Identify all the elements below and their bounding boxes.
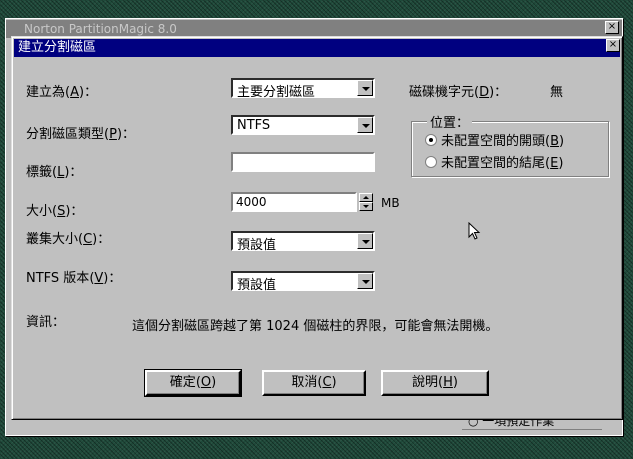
cluster-size-value: 預設值 bbox=[237, 238, 277, 253]
ntfs-version-select[interactable]: 預設值 bbox=[231, 271, 375, 293]
chevron-down-icon[interactable] bbox=[357, 273, 373, 289]
cluster-size-select[interactable]: 預設值 bbox=[231, 231, 375, 253]
create-as-value: 主要分割磁區 bbox=[237, 85, 316, 100]
ntfs-version-value: 預設值 bbox=[237, 278, 277, 293]
spin-up-icon[interactable] bbox=[359, 193, 373, 202]
dialog-title: 建立分割磁區 bbox=[18, 40, 97, 55]
background-close-icon[interactable]: × bbox=[605, 21, 619, 34]
partition-type-value: NTFS bbox=[237, 118, 271, 133]
help-button[interactable]: 說明(H) bbox=[381, 370, 489, 396]
create-as-select[interactable]: 主要分割磁區 bbox=[231, 78, 375, 100]
ok-button[interactable]: 確定(O) bbox=[144, 369, 242, 397]
drive-letter-label: 磁碟機字元(D)： bbox=[409, 85, 508, 100]
size-label: 大小(S)： bbox=[26, 204, 84, 219]
cancel-button[interactable]: 取消(C) bbox=[262, 370, 366, 396]
chevron-down-icon[interactable] bbox=[357, 117, 373, 133]
close-button[interactable]: × bbox=[606, 39, 620, 52]
volume-label-input[interactable] bbox=[231, 152, 375, 172]
partition-type-select[interactable]: NTFS bbox=[231, 115, 375, 135]
spin-down-icon[interactable] bbox=[359, 202, 373, 211]
chevron-down-icon[interactable] bbox=[357, 80, 373, 96]
radio-checked-icon[interactable] bbox=[425, 134, 437, 146]
radio-start-of-unallocated[interactable]: 未配置空間的開頭(B) bbox=[425, 130, 564, 149]
position-group-title: 位置： bbox=[427, 112, 473, 131]
size-value: 4000 bbox=[236, 195, 267, 209]
ntfs-version-label: NTFS 版本(V)： bbox=[26, 271, 122, 286]
volume-label-label: 標籤(L)： bbox=[26, 165, 83, 180]
create-partition-dialog: 建立分割磁區 × 建立為(A)： 主要分割磁區 磁碟機字元(D)： 無 分割磁區… bbox=[11, 36, 623, 420]
drive-letter-value: 無 bbox=[550, 85, 564, 100]
radio-unchecked-icon[interactable] bbox=[425, 156, 437, 168]
close-icon: × bbox=[608, 39, 618, 50]
size-input[interactable]: 4000 bbox=[231, 192, 357, 212]
radio-end-of-unallocated[interactable]: 未配置空間的結尾(E) bbox=[425, 152, 563, 171]
info-text: 這個分割磁區跨越了第 1024 個磁柱的界限，可能會無法開機。 bbox=[132, 319, 499, 334]
chevron-down-icon[interactable] bbox=[357, 233, 373, 249]
size-spinner[interactable] bbox=[359, 193, 373, 211]
cluster-size-label: 叢集大小(C)： bbox=[26, 232, 111, 247]
partition-type-label: 分割磁區類型(P)： bbox=[26, 127, 136, 142]
create-as-label: 建立為(A)： bbox=[26, 85, 98, 100]
mouse-cursor-icon bbox=[468, 222, 481, 240]
info-label: 資訊： bbox=[26, 315, 66, 330]
size-unit: MB bbox=[381, 196, 400, 210]
dialog-titlebar[interactable]: 建立分割磁區 bbox=[14, 39, 620, 57]
